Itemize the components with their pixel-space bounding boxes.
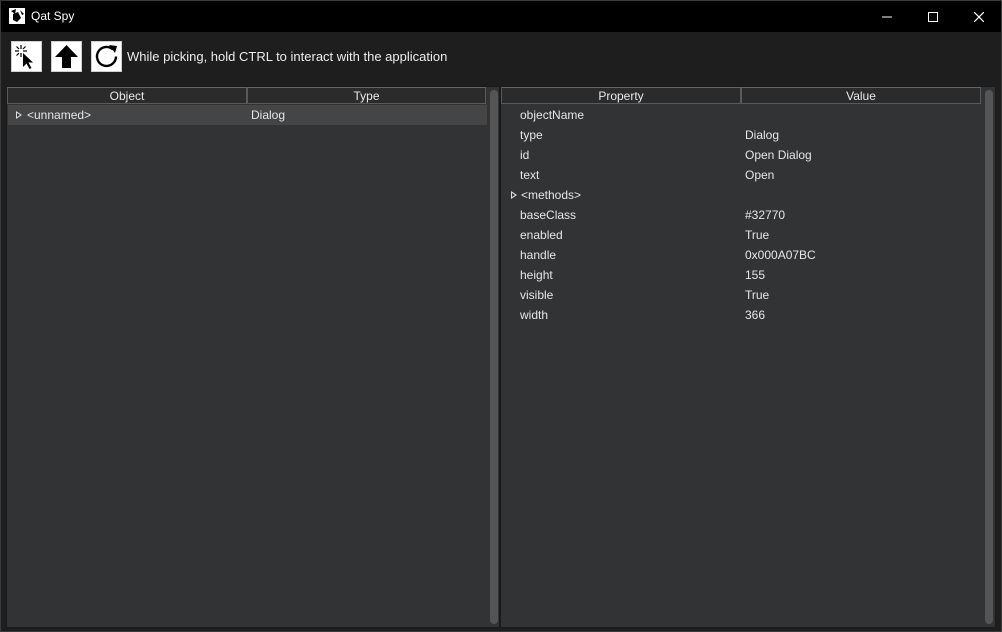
property-name: height bbox=[520, 268, 553, 282]
property-value: 0x000A07BC bbox=[745, 248, 816, 262]
property-row-width[interactable]: width 366 bbox=[502, 305, 982, 325]
close-button[interactable] bbox=[956, 1, 1002, 32]
properties-panel[interactable]: Property Value objectName type Dialog id… bbox=[500, 86, 996, 628]
column-header-value[interactable]: Value bbox=[741, 87, 981, 104]
minimize-button[interactable] bbox=[864, 1, 910, 32]
column-header-object[interactable]: Object bbox=[7, 87, 247, 104]
object-tree-panel[interactable]: Object Type <unnamed> Dialog bbox=[6, 86, 500, 628]
property-row-handle[interactable]: handle 0x000A07BC bbox=[502, 245, 982, 265]
object-tree-header: Object Type bbox=[7, 87, 486, 104]
select-parent-button[interactable] bbox=[51, 41, 82, 72]
property-row-text[interactable]: text Open bbox=[502, 165, 982, 185]
title-bar[interactable]: Qat Spy bbox=[1, 1, 1001, 32]
expand-arrow-icon[interactable] bbox=[16, 111, 22, 119]
column-header-property[interactable]: Property bbox=[501, 87, 741, 104]
property-value: #32770 bbox=[745, 208, 786, 222]
minimize-icon bbox=[882, 16, 892, 17]
tree-cell-object: <unnamed> bbox=[27, 108, 92, 122]
maximize-button[interactable] bbox=[910, 1, 956, 32]
property-value: Dialog bbox=[745, 128, 780, 142]
property-value: 366 bbox=[745, 308, 766, 322]
property-name: enabled bbox=[520, 228, 563, 242]
tree-cell-type: Dialog bbox=[251, 108, 286, 122]
close-icon bbox=[974, 11, 984, 22]
property-row-enabled[interactable]: enabled True bbox=[502, 225, 982, 245]
properties-header: Property Value bbox=[501, 87, 981, 104]
property-name: width bbox=[520, 308, 549, 322]
expand-arrow-icon[interactable] bbox=[511, 191, 517, 199]
window-title: Qat Spy bbox=[31, 9, 75, 23]
refresh-icon bbox=[95, 45, 118, 68]
property-value: 155 bbox=[745, 268, 766, 282]
property-row-visible[interactable]: visible True bbox=[502, 285, 982, 305]
property-name: id bbox=[520, 148, 530, 162]
property-row-height[interactable]: height 155 bbox=[502, 265, 982, 285]
property-row-objectname[interactable]: objectName bbox=[502, 105, 982, 125]
property-value: True bbox=[745, 228, 770, 242]
qat-spy-window: Qat Spy While picking, hold CTRL to inte… bbox=[0, 0, 1002, 632]
property-name: text bbox=[520, 168, 540, 182]
property-row-type[interactable]: type Dialog bbox=[502, 125, 982, 145]
property-name: baseClass bbox=[520, 208, 577, 222]
property-name: <methods> bbox=[521, 188, 582, 202]
property-value: Open bbox=[745, 168, 775, 182]
object-tree-scrollbar[interactable] bbox=[490, 90, 498, 624]
toolbar: While picking, hold CTRL to interact wit… bbox=[1, 32, 1001, 84]
column-header-type[interactable]: Type bbox=[247, 87, 486, 104]
property-row-id[interactable]: id Open Dialog bbox=[502, 145, 982, 165]
properties-scrollbar[interactable] bbox=[985, 90, 993, 624]
arrow-up-icon bbox=[55, 45, 78, 68]
cursor-pick-icon bbox=[15, 45, 33, 69]
property-row-baseclass[interactable]: baseClass #32770 bbox=[502, 205, 982, 225]
property-value: True bbox=[745, 288, 770, 302]
property-name: visible bbox=[520, 288, 554, 302]
property-name: type bbox=[520, 128, 543, 142]
property-name: objectName bbox=[520, 108, 585, 122]
property-row-methods[interactable]: <methods> bbox=[502, 185, 982, 205]
picking-hint: While picking, hold CTRL to interact wit… bbox=[127, 49, 448, 64]
refresh-button[interactable] bbox=[91, 41, 122, 72]
property-name: handle bbox=[520, 248, 557, 262]
qat-spy-app-icon bbox=[9, 8, 25, 24]
pick-object-button[interactable] bbox=[11, 41, 42, 72]
maximize-icon bbox=[928, 11, 938, 22]
property-value: Open Dialog bbox=[745, 148, 812, 162]
tree-row[interactable]: <unnamed> Dialog bbox=[8, 105, 487, 125]
